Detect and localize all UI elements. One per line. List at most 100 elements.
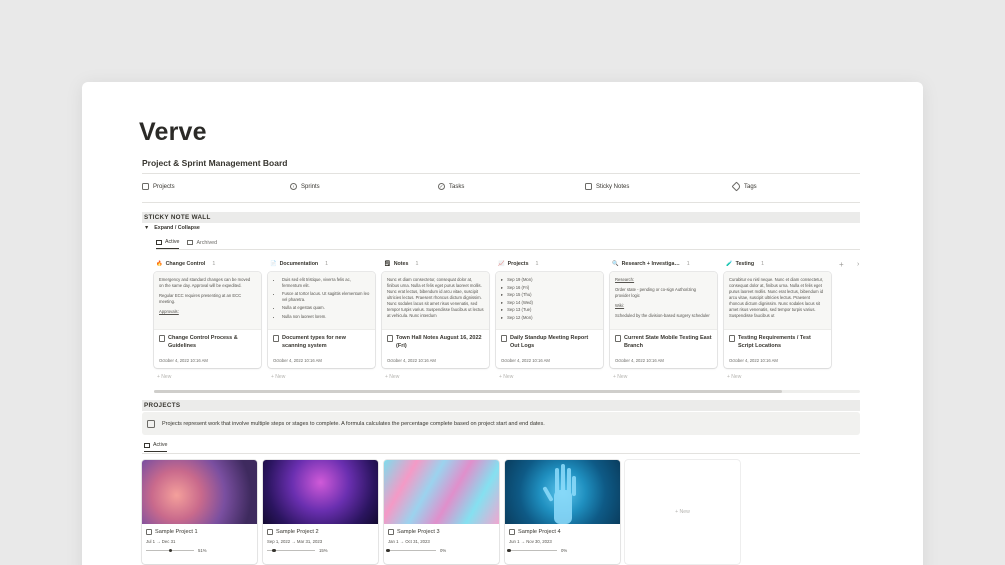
card-title: Document types for new scanning system [268,330,375,350]
project-name: Sample Project 3 [397,529,440,535]
project-card[interactable]: Sample Project 3 Jan 1 → Oct 31, 2023 0% [384,460,499,564]
preview-line: Sep 13 (Tue) [501,307,598,313]
sticky-notes-icon [585,183,592,190]
column-header[interactable]: 🧪 Testing 1 [724,257,831,270]
preview-line: Approvals: [159,309,179,314]
progress-label: 0% [440,548,447,553]
column-emoji-icon: 📄 [270,260,277,267]
projects-callout: Projects represent work that involve mul… [142,412,860,435]
tab-label: Active [153,442,168,448]
card-date: October 4, 2022 10:16 AM [615,358,664,363]
project-icon [509,529,515,535]
new-card-button[interactable]: + New [271,374,285,380]
project-icon [267,529,273,535]
nav-link-label: Projects [153,183,175,190]
page-icon [615,335,621,342]
expand-collapse-toggle[interactable]: ▼ Expand / Collapse [144,225,200,231]
tab-label: Active [165,239,180,245]
column-name: Change Control [165,260,206,267]
preview-line: Nulla at egestas quam. [282,305,370,311]
column-header[interactable]: 📈 Projects 1 [496,257,603,270]
new-card-button[interactable]: + New [613,374,627,380]
board-column: 🧪 Testing 1 Curabitur eu nisl neque. Nunc e… [724,257,831,380]
nav-links: Projects › Sprints ✓ Tasks Sticky Notes … [142,181,860,195]
column-count: 1 [415,260,419,267]
card-title-text: Change Control Process & Guidelines [168,335,238,349]
column-count: 1 [535,260,539,267]
column-header[interactable]: 🗒 Notes 1 [382,257,489,270]
project-card[interactable]: Sample Project 4 Jun 1 → Nov 30, 2023 0% [505,460,620,564]
column-count: 1 [325,260,329,267]
nav-link-sprints[interactable]: › Sprints [290,183,320,190]
divider [142,202,860,203]
card-preview: Emergency and standard changes can be mo… [154,272,261,330]
sticky-card[interactable]: Emergency and standard changes can be mo… [154,272,261,368]
sticky-card[interactable]: Curabitur eu nisl neque. Nunc et diam co… [724,272,831,368]
project-title: Sample Project 2 [263,524,378,535]
card-date: October 4, 2022 10:16 AM [387,358,436,363]
sticky-card[interactable]: Research: Order state - pending or co-sig… [610,272,717,368]
project-name: Sample Project 4 [518,529,561,535]
sticky-card[interactable]: Duis sed elit tristique, viverra felis a… [268,272,375,368]
board-column: 🔥 Change Control 1 Emergency and standard c… [154,257,261,380]
project-title: Sample Project 4 [505,524,620,535]
board-scrollbar[interactable] [154,390,860,393]
column-name: Documentation [279,260,319,267]
card-preview: Research: Order state - pending or co-sig… [610,272,717,330]
card-preview: Duis sed elit tristique, viverra felis a… [268,272,375,330]
tab-archived[interactable]: Archived [187,239,217,249]
project-cover-image [505,460,620,524]
nav-link-tasks[interactable]: ✓ Tasks [438,183,464,190]
add-group-button[interactable]: + [839,260,844,269]
project-dates: Jun 1 → Nov 30, 2023 [509,539,552,544]
sticky-view-tabs: Active Archived [156,239,217,249]
project-name: Sample Project 1 [155,529,198,535]
project-title: Sample Project 3 [384,524,499,535]
project-name: Sample Project 2 [276,529,319,535]
tab-active[interactable]: Active [156,239,180,249]
page-subtitle: Project & Sprint Management Board [142,158,288,168]
progress-knob [386,548,390,553]
card-date: October 4, 2022 10:16 AM [501,358,550,363]
nav-link-projects[interactable]: Projects [142,183,175,190]
sticky-card[interactable]: Sep 19 (Mon) Sep 16 (Fri)Sep 15 (Thu) Sep … [496,272,603,368]
progress-knob [168,548,173,553]
sticky-card[interactable]: Nunc et diam consectetur, consequat dolo… [382,272,489,368]
project-card[interactable]: Sample Project 1 Jul 1 → Dec 31 51% [142,460,257,564]
projects-icon [142,183,149,190]
scroll-right-icon[interactable]: › [857,261,859,268]
scrollbar-thumb[interactable] [154,390,782,393]
column-emoji-icon: 🧪 [726,260,733,267]
nav-link-sticky-notes[interactable]: Sticky Notes [585,183,629,190]
card-title-text: Current State Mobile Testing East Branch [624,335,712,349]
column-header[interactable]: 🔍 Research + Investiga… 1 [610,257,717,270]
card-title: Current State Mobile Testing East Branch [610,330,717,350]
new-card-button[interactable]: + New [157,374,171,380]
card-title-text: Document types for new scanning system [282,335,346,349]
notion-page: Verve Project & Sprint Management Board … [82,82,923,565]
page-icon [387,335,393,342]
preview-line: Order state - pending or co-sign Authori… [615,287,697,298]
new-card-button[interactable]: + New [385,374,399,380]
card-date: October 4, 2022 10:16 AM [159,358,208,363]
nav-link-label: Tasks [449,183,465,190]
preview-line: Nulla non laoreet lorem. [282,314,370,320]
column-emoji-icon: 🗒 [384,260,391,267]
new-project-button[interactable]: + New [625,460,740,564]
toggle-triangle-icon: ▼ [144,225,150,231]
preview-line: Regular ECC requires presenting at an EC… [159,293,242,304]
new-card-button[interactable]: + New [499,374,513,380]
project-card[interactable]: Sample Project 2 Sep 1, 2022 → Mar 31, 20… [263,460,378,564]
new-card-button[interactable]: + New [727,374,741,380]
tasks-icon: ✓ [438,183,445,190]
nav-link-tags[interactable]: Tags [731,181,757,192]
preview-line: Fusce at tortor lacus. Ut sagittis eleme… [282,291,370,303]
column-name: Notes [393,260,409,267]
project-progress: 0% [505,544,620,553]
tab-projects-active[interactable]: Active [144,442,168,452]
project-icon [388,529,394,535]
column-header[interactable]: 🔥 Change Control 1 [154,257,261,270]
progress-track [146,548,194,553]
column-count: 1 [686,260,690,267]
column-header[interactable]: 📄 Documentation 1 [268,257,375,270]
